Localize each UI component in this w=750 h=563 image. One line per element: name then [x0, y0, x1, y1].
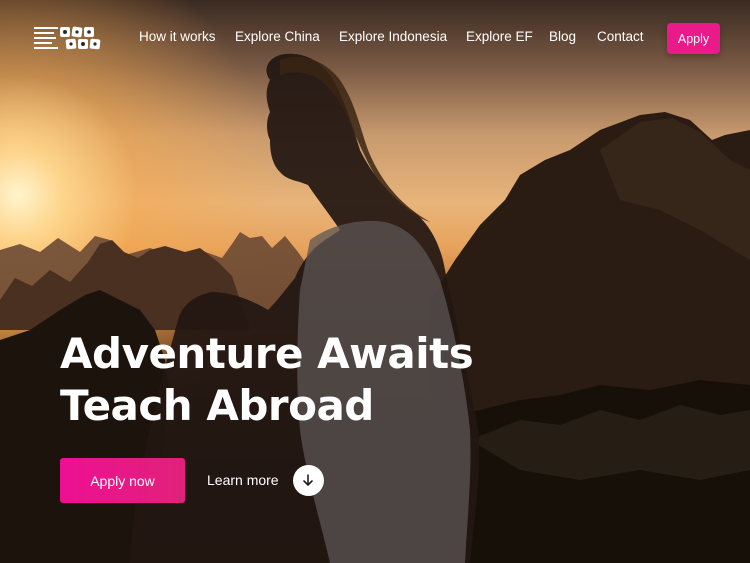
nav-item-contact[interactable]: Contact: [597, 29, 644, 44]
hero-headline-line-2: Teach Abroad: [60, 381, 374, 430]
hero-headline: Adventure Awaits Teach Abroad: [60, 328, 520, 432]
nav-item-how-it-works[interactable]: How it works: [139, 29, 216, 44]
top-navigation: How it works Explore China Explore Indon…: [0, 0, 750, 76]
ef-logo[interactable]: [32, 24, 106, 52]
learn-more-link[interactable]: Learn more: [207, 463, 324, 497]
nav-item-explore-china[interactable]: Explore China: [235, 29, 320, 44]
hero-section: How it works Explore China Explore Indon…: [0, 0, 750, 563]
nav-item-explore-indonesia[interactable]: Explore Indonesia: [339, 29, 447, 44]
hero-headline-line-1: Adventure Awaits: [60, 329, 474, 378]
arrow-down-glyph: [303, 474, 313, 486]
apply-now-button[interactable]: Apply now: [60, 458, 185, 503]
arrow-down-icon[interactable]: [292, 464, 324, 496]
learn-more-label: Learn more: [207, 472, 279, 488]
nav-item-blog[interactable]: Blog: [549, 29, 576, 44]
nav-apply-button[interactable]: Apply: [667, 23, 720, 54]
ef-logo-icon: [34, 26, 101, 50]
nav-item-explore-ef[interactable]: Explore EF: [466, 29, 533, 44]
